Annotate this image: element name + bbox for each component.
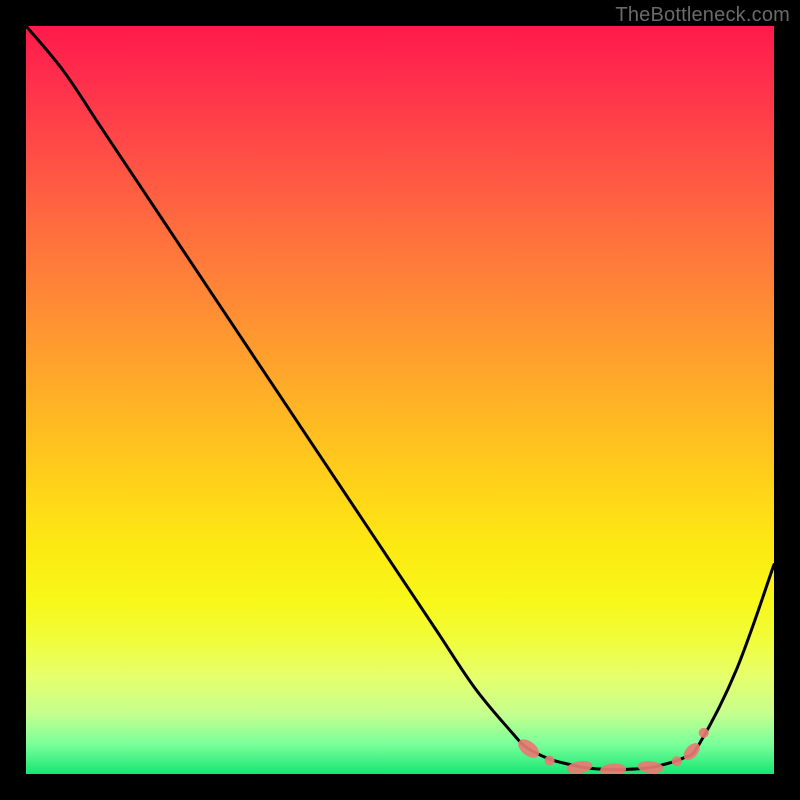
highlight-marker: [545, 756, 555, 766]
chart-svg: [26, 26, 774, 774]
highlight-marker: [566, 759, 594, 774]
highlight-marker: [600, 763, 627, 774]
chart-area: [26, 26, 774, 774]
highlight-markers: [515, 728, 709, 774]
highlight-marker: [699, 728, 709, 738]
watermark-text: TheBottleneck.com: [615, 4, 790, 27]
highlight-marker: [672, 756, 682, 766]
highlight-marker: [637, 760, 664, 774]
bottleneck-curve: [26, 26, 774, 770]
